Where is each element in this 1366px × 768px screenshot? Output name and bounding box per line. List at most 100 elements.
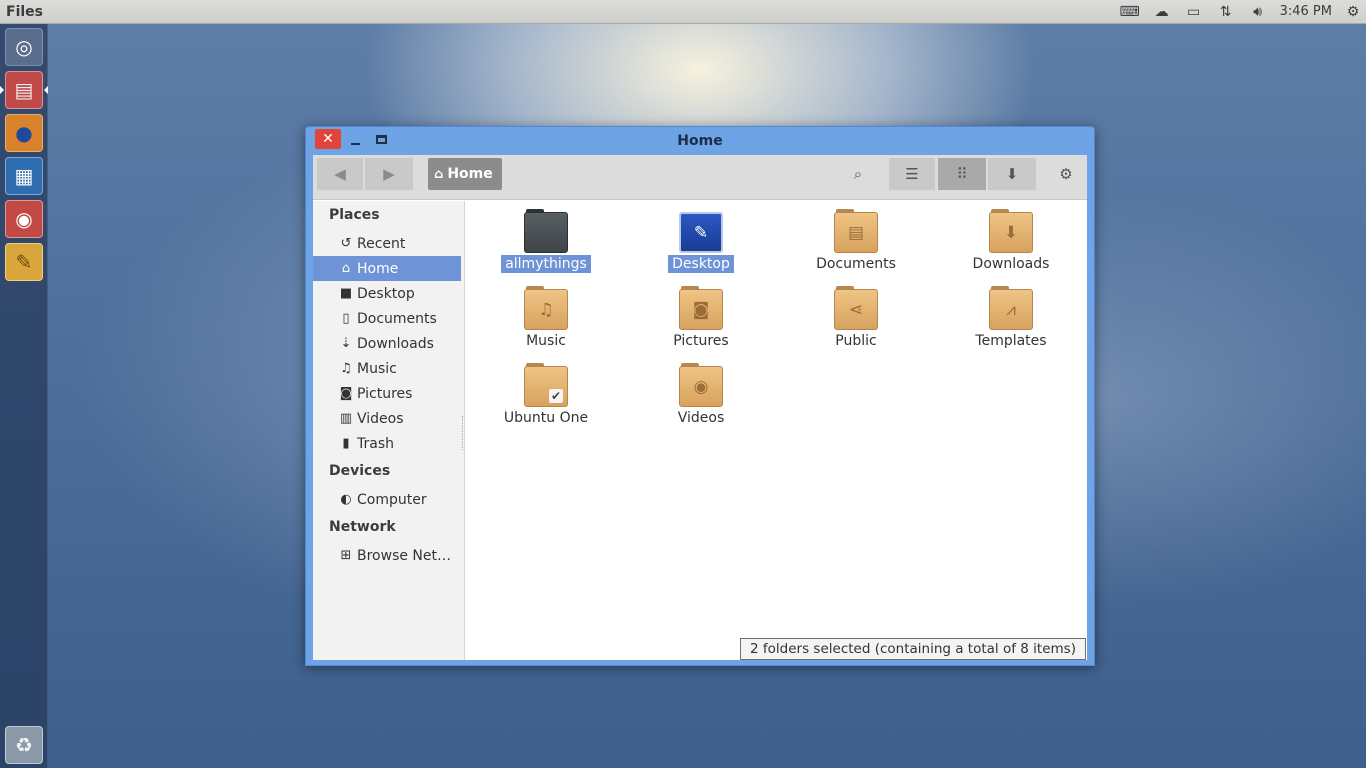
cloud-icon[interactable]: ☁: [1146, 0, 1178, 24]
folder-item[interactable]: ♫ Music: [471, 278, 621, 353]
sidebar-item-label: Downloads: [357, 335, 434, 352]
places-heading: Places: [329, 207, 380, 223]
folder-label: Downloads: [972, 256, 1050, 272]
sidebar-item-label: Trash: [357, 435, 394, 452]
sidebar: Places ↺ Recent ⌂ Home ■ Desktop ▯ Documents…: [313, 201, 465, 660]
recent-icon: ↺: [340, 236, 352, 251]
desktop-icon: ■: [339, 286, 353, 301]
documents-icon: ▯: [342, 311, 350, 326]
window-title: Home: [677, 133, 723, 149]
folder-label: Templates: [975, 333, 1047, 349]
folder-item[interactable]: ◙ Pictures: [626, 278, 776, 353]
file-grid: allmythings ✎ Desktop ▤ Documents ⬇ Down…: [466, 201, 1087, 660]
battery-icon[interactable]: ▭: [1178, 0, 1210, 24]
sidebar-item-label: Recent: [357, 235, 406, 252]
home-icon: ⌂: [341, 261, 351, 276]
download-icon: ⇣: [340, 336, 352, 351]
folder-item[interactable]: ⩘ Templates: [936, 278, 1086, 353]
sidebar-item-desktop[interactable]: ■ Desktop: [313, 281, 461, 306]
window-client: ◀︎ ▶︎ ⌂ Home ⌕ ☰ ⠿ ⬇ ⚙ Places ↺ Recent ⌂…: [313, 155, 1087, 660]
sidebar-resize-handle[interactable]: [462, 416, 464, 450]
sidebar-item-computer[interactable]: ◐ Computer: [313, 487, 461, 512]
window-titlebar[interactable]: ✕ Home: [306, 127, 1094, 155]
sidebar-item-videos[interactable]: ▥ Videos: [313, 406, 461, 431]
camera-icon: ◙: [339, 386, 353, 401]
keyboard-icon[interactable]: ⌨: [1114, 0, 1146, 24]
sidebar-item-label: Videos: [357, 410, 404, 427]
sidebar-item-trash[interactable]: ▮ Trash: [313, 431, 461, 456]
folder-item[interactable]: ◉ Videos: [626, 355, 776, 430]
drive-icon: ◐: [340, 492, 352, 507]
sidebar-item-label: Music: [357, 360, 397, 377]
path-bar-home-label: Home: [447, 166, 493, 182]
sidebar-item-browse-network[interactable]: ⊞ Browse Net…: [313, 543, 461, 568]
network-icon[interactable]: ⇅: [1210, 0, 1242, 24]
files-window: ✕ Home ◀︎ ▶︎ ⌂ Home ⌕ ☰ ⠿ ⬇ ⚙ Places ↺ R…: [305, 126, 1095, 666]
sidebar-item-home[interactable]: ⌂ Home: [313, 256, 461, 281]
path-bar-home[interactable]: ⌂ Home: [428, 158, 502, 190]
sidebar-item-recent[interactable]: ↺ Recent: [313, 231, 461, 256]
folder-label: Public: [835, 333, 877, 349]
folder-icon: [524, 209, 568, 253]
sidebar-item-label: Home: [357, 260, 399, 277]
folder-label: Pictures: [673, 333, 729, 349]
clock[interactable]: 3:46 PM: [1274, 4, 1340, 19]
grid-view-icon: ⠿: [956, 165, 968, 183]
pictures-folder-icon: ◙: [679, 286, 723, 330]
sidebar-item-downloads[interactable]: ⇣ Downloads: [313, 331, 461, 356]
home-icon: ⌂: [434, 166, 444, 182]
sidebar-item-label: Computer: [357, 491, 427, 508]
sidebar-item-pictures[interactable]: ◙ Pictures: [313, 381, 461, 406]
sidebar-item-music[interactable]: ♫ Music: [313, 356, 461, 381]
sidebar-item-label: Browse Net…: [357, 547, 452, 564]
files-launcher-icon[interactable]: ▤: [5, 71, 43, 109]
music-icon: ♫: [340, 361, 352, 376]
folder-item[interactable]: ✎ Desktop: [626, 201, 776, 276]
devices-heading: Devices: [329, 463, 391, 479]
network-icon: ⊞: [340, 548, 352, 563]
forward-button[interactable]: ▶︎: [365, 158, 413, 190]
settings-button[interactable]: ⚙: [1051, 158, 1081, 190]
launcher: ◎ ▤ ● ▦ ◉ ✎ ♻: [0, 24, 48, 768]
back-button[interactable]: ◀︎: [317, 158, 363, 190]
documents-folder-icon: ▤: [834, 209, 878, 253]
forward-arrow-icon: ▶︎: [383, 165, 395, 183]
folder-item[interactable]: ▤ Documents: [781, 201, 931, 276]
gear-icon[interactable]: ⚙: [1340, 0, 1366, 24]
active-indicator: [44, 86, 48, 94]
text-editor-launcher-icon[interactable]: ✎: [5, 243, 43, 281]
sidebar-item-label: Pictures: [357, 385, 413, 402]
app-menu-title[interactable]: Files: [6, 4, 43, 20]
indicator-area: ⌨ ☁ ▭ ⇅ 🔊︎ 3:46 PM ⚙: [1114, 0, 1366, 24]
templates-folder-icon: ⩘: [989, 286, 1033, 330]
folder-item[interactable]: ⋖ Public: [781, 278, 931, 353]
writer-launcher-icon[interactable]: ▦: [5, 157, 43, 195]
trash-launcher-icon[interactable]: ♻: [5, 726, 43, 764]
folder-label: Desktop: [668, 255, 734, 273]
grid-view-button[interactable]: ⠿: [938, 158, 986, 190]
public-folder-icon: ⋖: [834, 286, 878, 330]
back-arrow-icon: ◀︎: [334, 165, 346, 183]
volume-icon[interactable]: 🔊︎: [1242, 0, 1274, 24]
folder-item[interactable]: ⬇ Downloads: [936, 201, 1086, 276]
folder-item[interactable]: ✔ Ubuntu One: [471, 355, 621, 430]
list-view-button[interactable]: ☰: [889, 158, 935, 190]
sidebar-item-label: Documents: [357, 310, 437, 327]
sidebar-item-label: Desktop: [357, 285, 415, 302]
sidebar-item-documents[interactable]: ▯ Documents: [313, 306, 461, 331]
desktop-folder-icon: ✎: [679, 209, 723, 253]
view-options-button[interactable]: ⬇: [988, 158, 1036, 190]
music-folder-icon: ♫: [524, 286, 568, 330]
list-view-icon: ☰: [905, 165, 919, 183]
firefox-launcher-icon[interactable]: ●: [5, 114, 43, 152]
ubuntu-one-folder-icon: ✔: [524, 363, 568, 407]
network-heading: Network: [329, 519, 396, 535]
folder-label: Music: [526, 333, 566, 349]
folder-label: Videos: [677, 410, 725, 426]
search-button[interactable]: ⌕: [841, 158, 875, 190]
status-bar: 2 folders selected (containing a total o…: [740, 638, 1086, 660]
folder-item[interactable]: allmythings: [471, 201, 621, 276]
eye-of-gnome-launcher-icon[interactable]: ◉: [5, 200, 43, 238]
dash-button[interactable]: ◎: [5, 28, 43, 66]
running-indicator: [0, 86, 4, 94]
